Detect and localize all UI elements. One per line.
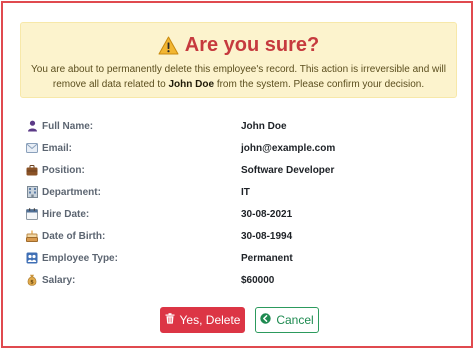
detail-row-date-of-birth: Date of Birth: 30-08-1994 xyxy=(26,225,446,247)
alert-message: You are about to permanently delete this… xyxy=(29,62,449,92)
detail-value: 30-08-2021 xyxy=(241,208,293,220)
detail-value: IT xyxy=(241,186,250,198)
detail-label: Full Name: xyxy=(42,120,94,132)
detail-row-salary: $ Salary: $60000 xyxy=(26,269,446,291)
detail-row-hire-date: Hire Date: 30-08-2021 xyxy=(26,203,446,225)
person-icon xyxy=(26,120,38,132)
alert-title-row: Are you sure? xyxy=(21,33,456,57)
detail-label: Hire Date: xyxy=(42,208,90,220)
svg-text:$: $ xyxy=(30,280,34,286)
cancel-button[interactable]: Cancel xyxy=(255,307,319,333)
detail-row-email: Email: john@example.com xyxy=(26,137,446,159)
detail-value: Permanent xyxy=(241,252,293,264)
detail-label: Position: xyxy=(42,164,85,176)
back-circle-icon xyxy=(260,313,272,327)
confirm-delete-button[interactable]: Yes, Delete xyxy=(160,307,245,333)
detail-value: Software Developer xyxy=(241,164,335,176)
detail-label: Salary: xyxy=(42,274,76,286)
people-icon xyxy=(26,252,38,264)
delete-confirmation-panel: Are you sure? You are about to permanent… xyxy=(1,1,473,348)
action-buttons: Yes, Delete Cancel xyxy=(3,307,471,333)
detail-row-employee-type: Employee Type: Permanent xyxy=(26,247,446,269)
cancel-label: Cancel xyxy=(276,313,314,327)
confirm-delete-label: Yes, Delete xyxy=(179,313,241,327)
detail-value: 30-08-1994 xyxy=(241,230,293,242)
cake-icon xyxy=(26,230,38,242)
warning-icon xyxy=(158,36,179,55)
building-icon xyxy=(26,186,38,198)
money-bag-icon: $ xyxy=(26,274,38,286)
alert-title: Are you sure? xyxy=(184,33,320,56)
calendar-icon xyxy=(26,208,38,220)
warning-alert: Are you sure? You are about to permanent… xyxy=(20,22,457,98)
detail-row-position: Position: Software Developer xyxy=(26,159,446,181)
alert-message-end: from the system. Please confirm your dec… xyxy=(214,79,425,90)
email-icon xyxy=(26,142,38,154)
detail-row-department: Department: IT xyxy=(26,181,446,203)
employee-details: Full Name: John Doe Email: john@example.… xyxy=(26,115,446,291)
detail-value: $60000 xyxy=(241,274,275,286)
alert-employee-name: John Doe xyxy=(168,79,215,90)
detail-row-full-name: Full Name: John Doe xyxy=(26,115,446,137)
detail-value: john@example.com xyxy=(241,142,336,154)
detail-label: Date of Birth: xyxy=(42,230,106,242)
detail-label: Email: xyxy=(42,142,73,154)
detail-label: Employee Type: xyxy=(42,252,118,264)
detail-label: Department: xyxy=(42,186,101,198)
trash-icon xyxy=(165,313,175,327)
briefcase-icon xyxy=(26,164,38,176)
detail-value: John Doe xyxy=(241,120,287,132)
